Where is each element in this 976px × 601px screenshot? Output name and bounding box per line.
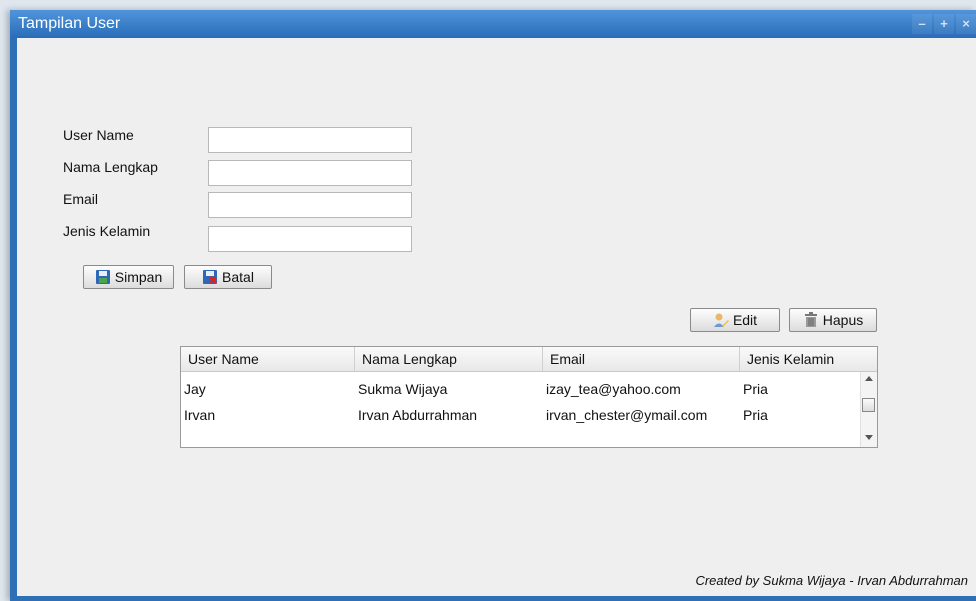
close-icon[interactable]: × (956, 14, 976, 34)
user-name-input[interactable] (208, 127, 412, 153)
column-header-user-name[interactable]: User Name (181, 347, 355, 371)
cell-email: irvan_chester@ymail.com (546, 407, 708, 423)
table-row[interactable]: Irvan Irvan Abdurrahman irvan_chester@ym… (181, 402, 859, 428)
cell-jenis-kelamin: Pria (743, 381, 768, 397)
user-table: User Name Nama Lengkap Email Jenis Kelam… (180, 346, 878, 448)
table-header: User Name Nama Lengkap Email Jenis Kelam… (181, 347, 877, 372)
edit-icon (713, 312, 729, 328)
cancel-button[interactable]: Batal (184, 265, 272, 289)
window-title: Tampilan User (18, 15, 121, 32)
column-header-email[interactable]: Email (543, 347, 740, 371)
trash-icon (803, 312, 819, 328)
label-nama-lengkap: Nama Lengkap (63, 159, 158, 175)
title-bar[interactable]: Tampilan User – + × (10, 10, 976, 38)
cell-user-name: Irvan (184, 407, 216, 423)
cell-jenis-kelamin: Pria (743, 407, 768, 423)
label-email: Email (63, 191, 99, 207)
scroll-up-icon[interactable] (865, 376, 873, 381)
scroll-down-icon[interactable] (865, 435, 873, 440)
table-scrollbar[interactable] (860, 372, 877, 447)
edit-button-label: Edit (732, 312, 758, 328)
maximize-icon[interactable]: + (934, 14, 954, 34)
delete-button[interactable]: Hapus (789, 308, 877, 332)
label-jenis-kelamin: Jenis Kelamin (63, 223, 151, 239)
form-panel: User Name Nama Lengkap Email Jenis Kelam… (17, 38, 976, 596)
cancel-button-label: Batal (222, 269, 254, 285)
app-window: Tampilan User – + × User Name Nama Lengk… (10, 10, 976, 601)
cell-user-name: Jay (184, 381, 206, 397)
save-button[interactable]: Simpan (83, 265, 174, 289)
footer-credit: Created by Sukma Wijaya - Irvan Abdurrah… (695, 573, 968, 588)
column-header-nama-lengkap[interactable]: Nama Lengkap (355, 347, 543, 371)
cancel-icon (202, 269, 218, 285)
delete-button-label: Hapus (822, 312, 864, 328)
cell-nama-lengkap: Irvan Abdurrahman (358, 407, 478, 423)
edit-button[interactable]: Edit (690, 308, 780, 332)
column-header-jenis-kelamin[interactable]: Jenis Kelamin (740, 347, 877, 371)
jenis-kelamin-input[interactable] (208, 226, 412, 252)
label-user-name: User Name (63, 127, 134, 143)
cell-nama-lengkap: Sukma Wijaya (358, 381, 448, 397)
save-button-label: Simpan (114, 269, 163, 285)
table-row[interactable]: Jay Sukma Wijaya izay_tea@yahoo.com Pria (181, 376, 859, 402)
nama-lengkap-input[interactable] (208, 160, 412, 186)
cell-email: izay_tea@yahoo.com (546, 381, 681, 397)
save-icon (95, 269, 111, 285)
minimize-icon[interactable]: – (912, 14, 932, 34)
email-input[interactable] (208, 192, 412, 218)
scroll-thumb[interactable] (862, 398, 875, 412)
